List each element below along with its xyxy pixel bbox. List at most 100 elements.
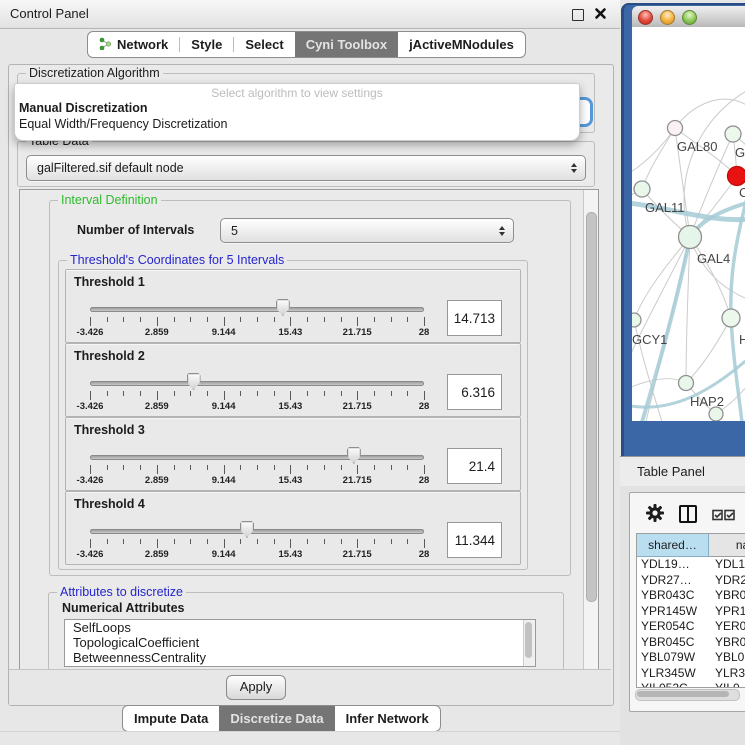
algorithm-option-manual-discretization[interactable]: Manual Discretization	[15, 100, 579, 116]
minimize-traffic-light[interactable]	[660, 10, 675, 25]
tab-cyni-toolbox[interactable]: Cyni Toolbox	[295, 32, 398, 57]
table-row[interactable]: YBL079WYBL0	[637, 650, 745, 666]
tab-impute-data[interactable]: Impute Data	[123, 706, 219, 731]
attributes-scrollbar-thumb[interactable]	[525, 622, 532, 658]
slider-thumb[interactable]	[347, 447, 361, 464]
slider-tick	[274, 465, 275, 470]
network-canvas[interactable]: GAL80GACGAL11GAL4GCY1HHAP2	[632, 27, 745, 421]
float-window-icon[interactable]	[572, 9, 584, 21]
slider-tick-label: 15.43	[268, 475, 312, 486]
settings-scrollbar-thumb[interactable]	[586, 212, 597, 602]
cyni-toolbox-panel: Discretization Algorithm Select algorith…	[8, 64, 614, 706]
cell-name: YLR3	[709, 666, 745, 682]
checkboxes-icon[interactable]	[712, 508, 736, 526]
slider-tick	[207, 465, 208, 470]
slider-thumb[interactable]	[240, 521, 254, 538]
slider-track[interactable]	[90, 455, 424, 460]
slider-track[interactable]	[90, 529, 424, 534]
column-header-shared-name[interactable]: shared…	[637, 534, 709, 557]
numerical-attributes-list[interactable]: SelfLoopsTopologicalCoefficientBetweenne…	[64, 619, 536, 667]
slider-tick	[90, 317, 91, 326]
table-horizontal-scrollbar[interactable]	[635, 689, 740, 701]
network-node[interactable]	[728, 167, 745, 186]
slider-tick-label: 9.144	[202, 401, 246, 412]
threshold-value-field[interactable]: 6.316	[447, 374, 502, 410]
network-graph: GAL80GACGAL11GAL4GCY1HHAP2	[632, 27, 745, 421]
zoom-traffic-light[interactable]	[682, 10, 697, 25]
network-window-titlebar[interactable]	[632, 6, 745, 28]
slider-track[interactable]	[90, 307, 424, 312]
algorithm-placeholder-option[interactable]: Select algorithm to view settings	[15, 86, 579, 100]
network-node[interactable]	[634, 181, 650, 197]
combo-stepper-icon	[571, 163, 577, 173]
list-item-selfloops[interactable]: SelfLoops	[65, 620, 535, 635]
tab-jactivemnodules[interactable]: jActiveMNodules	[398, 32, 525, 57]
tab-network[interactable]: Network	[88, 32, 179, 57]
slider-tick	[174, 539, 175, 544]
tab-select[interactable]: Select	[234, 32, 294, 57]
slider-tick-label: 2.859	[135, 401, 179, 412]
table-data-combobox[interactable]: galFiltered.sif default node	[26, 155, 586, 181]
close-icon[interactable]	[594, 7, 607, 20]
network-node-label: HAP2	[690, 394, 724, 409]
table-row[interactable]: YIL052CYIL0	[637, 681, 745, 687]
cell-shared-name: YBR045C	[637, 635, 709, 651]
table-row[interactable]: YDL19…YDL1	[637, 557, 745, 573]
table-row[interactable]: YDR27…YDR2	[637, 573, 745, 589]
slider-tick	[407, 391, 408, 396]
number-of-intervals-value: 5	[231, 224, 238, 238]
apply-button[interactable]: Apply	[226, 675, 286, 700]
network-node-label: GAL4	[697, 251, 730, 266]
column-header-name[interactable]: na	[709, 534, 745, 557]
tab-label: Discretize Data	[230, 711, 323, 726]
list-item-betweennesscentrality[interactable]: BetweennessCentrality	[65, 650, 535, 665]
slider-tick	[324, 391, 325, 396]
attributes-scrollbar[interactable]	[523, 620, 535, 666]
control-panel-titlebar: Control Panel	[0, 0, 620, 29]
threshold-coordinates-group: Threshold's Coordinates for 5 Intervals …	[58, 260, 528, 570]
cell-shared-name: YBL079W	[637, 650, 709, 666]
network-node[interactable]	[668, 121, 683, 136]
slider-tick	[157, 539, 158, 548]
threshold-value-field[interactable]: 14.713	[447, 300, 502, 336]
table-row[interactable]: YPR145WYPR1	[637, 604, 745, 620]
gear-icon[interactable]	[646, 504, 664, 527]
settings-scrollbar[interactable]	[583, 190, 598, 670]
slider-tick	[391, 391, 392, 396]
network-edge-thick	[642, 237, 690, 421]
threshold-value-field[interactable]: 11.344	[447, 522, 502, 558]
network-icon	[99, 37, 112, 53]
network-node[interactable]	[709, 407, 723, 421]
network-node[interactable]	[632, 313, 641, 327]
cell-name: YBR0	[709, 635, 745, 651]
tab-label: Style	[191, 37, 222, 52]
table-row[interactable]: YBR045CYBR0	[637, 635, 745, 651]
threshold-value-field[interactable]: 21.4	[447, 448, 502, 484]
slider-track[interactable]	[90, 381, 424, 386]
algorithm-option-equal-width-frequency-discretization[interactable]: Equal Width/Frequency Discretization	[15, 116, 579, 132]
network-node[interactable]	[679, 226, 702, 249]
network-node[interactable]	[722, 309, 740, 327]
threshold-label: Threshold 2	[74, 349, 145, 363]
slider-thumb[interactable]	[187, 373, 201, 390]
list-item-topologicalcoefficient[interactable]: TopologicalCoefficient	[65, 635, 535, 650]
tab-style[interactable]: Style	[180, 32, 233, 57]
table-header-row: shared… na	[637, 534, 745, 557]
tab-discretize-data[interactable]: Discretize Data	[219, 706, 334, 731]
number-of-intervals-combobox[interactable]: 5	[220, 218, 514, 243]
close-traffic-light[interactable]	[638, 10, 653, 25]
columns-icon[interactable]	[679, 505, 697, 523]
network-node[interactable]	[679, 376, 694, 391]
table-horizontal-scrollbar-thumb[interactable]	[637, 691, 729, 697]
slider-tick	[357, 391, 358, 400]
control-panel-tabbar: Network Style SelectCyni ToolboxjActiveMNo…	[87, 31, 526, 58]
slider-thumb[interactable]	[276, 299, 290, 316]
slider-tick	[324, 539, 325, 544]
tab-infer-network[interactable]: Infer Network	[335, 706, 440, 731]
table-row[interactable]: YBR043CYBR0	[637, 588, 745, 604]
table-row[interactable]: YLR345WYLR3	[637, 666, 745, 682]
table-row[interactable]: YER054CYER0	[637, 619, 745, 635]
network-node[interactable]	[725, 126, 741, 142]
slider-tick	[424, 539, 425, 548]
cell-name: YDR2	[709, 573, 745, 589]
